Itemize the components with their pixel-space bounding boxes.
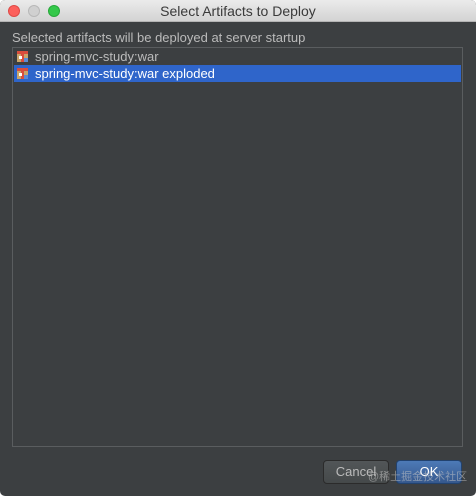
artifact-list-item[interactable]: spring-mvc-study:war (14, 48, 461, 65)
artifact-list[interactable]: spring-mvc-study:war spring-mvc-study:wa… (12, 47, 463, 447)
artifact-label: spring-mvc-study:war (35, 49, 159, 64)
artifact-list-item[interactable]: spring-mvc-study:war exploded (14, 65, 461, 82)
deploy-description: Selected artifacts will be deployed at s… (12, 30, 306, 45)
window-title: Select Artifacts to Deploy (160, 3, 316, 19)
title-bar[interactable]: Select Artifacts to Deploy (0, 0, 476, 22)
dialog-window: Select Artifacts to Deploy Selected arti… (0, 0, 476, 496)
artifact-label: spring-mvc-study:war exploded (35, 66, 215, 81)
war-artifact-icon (17, 68, 28, 79)
war-artifact-icon (17, 51, 28, 62)
watermark-text: @稀土掘金技术社区 (368, 471, 468, 483)
